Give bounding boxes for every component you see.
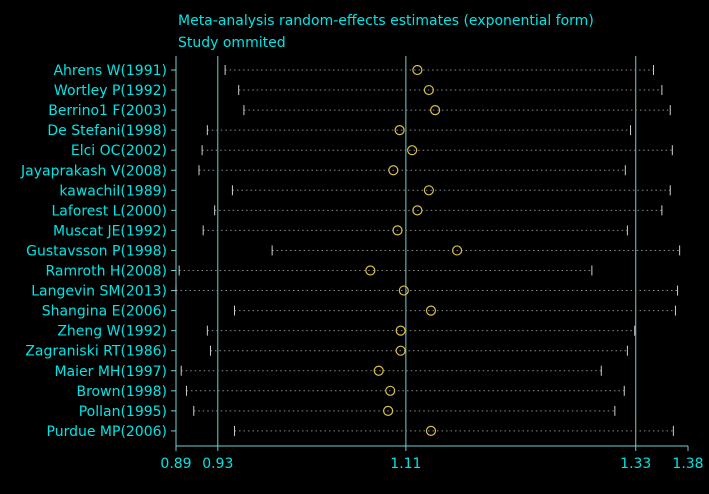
x-tick-label-2: 1.11 [390,456,421,472]
study-label-17: Pollan(1995) [79,404,167,420]
study-label-13: Zheng W(1992) [57,324,167,340]
study-label-11: Langevin SM(2013) [31,284,167,300]
study-label-1: Wortley P(1992) [54,83,167,99]
study-label-12: Shangina E(2006) [42,304,167,320]
x-tick-label-0: 0.89 [160,456,191,472]
study-label-7: Laforest L(2000) [51,203,167,219]
study-label-18: Purdue MP(2006) [47,424,167,440]
study-label-6: kawachiI(1989) [59,183,167,199]
study-label-3: De Stefani(1998) [47,123,167,139]
x-tick-label-1: 0.93 [202,456,233,472]
estimate-marker-18 [425,425,437,436]
estimate-marker-4 [407,145,418,156]
study-label-16: Brown(1998) [77,384,168,400]
plot-area: 0.89 0.93 1.11 1.33 1.38 Ahrens W(1991) Wortle… [20,56,704,472]
x-tick-label-4: 1.38 [672,456,703,472]
study-label-4: Elci OC(2002) [71,143,167,159]
study-label-9: Gustavsson P(1998) [26,243,167,259]
estimate-marker-6 [423,185,434,196]
study-label-10: Ramroth H(2008) [45,264,167,280]
estimate-marker-12 [425,305,437,316]
study-label-0: Ahrens W(1991) [53,63,167,79]
study-label-2: Berrino1 F(2003) [48,103,167,119]
chart-title-line-1: Meta-analysis random-effects estimates (… [178,13,594,29]
study-label-5: Jayaprakash V(2008) [20,163,167,179]
study-label-8: Muscat JE(1992) [53,223,167,239]
forest-plot: Meta-analysis random-effects estimates (… [20,13,704,472]
x-tick-label-3: 1.33 [620,456,651,472]
chart-title-line-2: Study ommited [178,35,286,51]
study-label-15: Maier MH(1997) [54,364,167,380]
study-label-14: Zagraniski RT(1986) [25,344,167,360]
